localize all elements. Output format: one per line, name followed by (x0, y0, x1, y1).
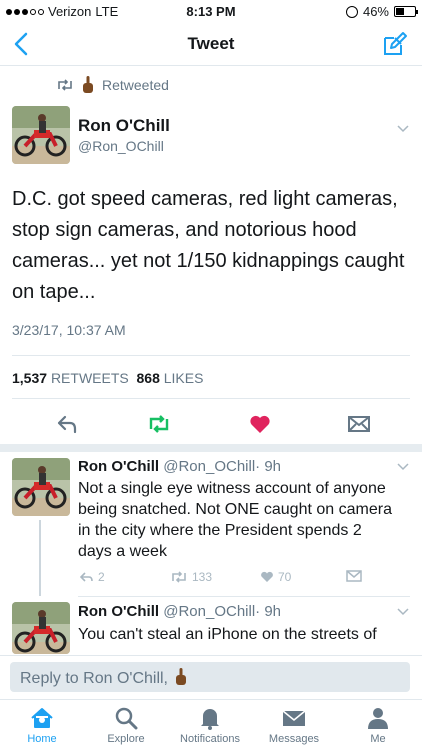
status-bar: Verizon LTE 8:13 PM 46% (0, 0, 422, 22)
divider (78, 596, 410, 597)
likes-count[interactable]: 868 (137, 370, 160, 386)
tab-label: Home (27, 733, 57, 745)
tab-label: Explore (107, 733, 145, 745)
tab-label: Notifications (180, 733, 240, 745)
like-button[interactable]: 70 (260, 570, 291, 584)
motorcycle-photo-icon (12, 106, 70, 164)
chevron-down-icon[interactable] (396, 124, 410, 134)
retweeted-indicator: Retweeted (56, 76, 169, 94)
like-heart-icon[interactable] (248, 412, 272, 436)
avatar[interactable] (12, 106, 70, 164)
direct-message-icon (346, 570, 362, 582)
retweet-icon[interactable] (146, 412, 172, 436)
tab-me[interactable]: Me (336, 705, 420, 745)
tab-notifications[interactable]: Notifications (168, 705, 252, 745)
tab-bar: Home Explore Notifications Messages Me (0, 699, 422, 750)
motorcycle-photo-icon (12, 602, 70, 654)
home-icon (31, 708, 53, 728)
likes-label[interactable]: LIKES (164, 370, 204, 386)
battery-percent: 46% (362, 4, 389, 19)
reply-actions: 2 133 70 (78, 570, 378, 586)
dm-button[interactable] (346, 570, 362, 582)
thread-line (39, 520, 41, 596)
tweet-stats: 1,537 RETWEETS 868 LIKES (12, 370, 203, 386)
tweet-text: D.C. got speed cameras, red light camera… (12, 188, 405, 303)
author-name[interactable]: Ron O'Chill (78, 116, 170, 136)
retweet-icon (58, 79, 72, 91)
tab-label: Messages (268, 733, 320, 745)
reply-composer-bar: Reply to Ron O'Chill, (0, 655, 422, 699)
author-name[interactable]: Ron O'Chill (78, 603, 159, 620)
section-separator (0, 444, 422, 452)
battery-info: 46% (345, 4, 418, 19)
compose-tweet-icon[interactable] (382, 31, 408, 57)
retweets-label[interactable]: RETWEETS (51, 370, 129, 386)
orientation-lock-icon (345, 5, 358, 18)
reply-header: Ron O'Chill @Ron_OChill· 9h (78, 603, 281, 620)
divider (12, 355, 410, 356)
chevron-down-icon[interactable] (396, 607, 410, 617)
middle-finger-emoji-icon (176, 668, 187, 685)
reply-button[interactable]: 2 (80, 570, 105, 584)
avatar[interactable] (12, 602, 70, 654)
reply-text: You can't steal an iPhone on the streets… (78, 626, 377, 643)
motorcycle-photo-icon (12, 458, 70, 516)
tab-label: Me (370, 733, 386, 745)
author-name[interactable]: Ron O'Chill (78, 458, 159, 475)
envelope-icon (282, 710, 306, 726)
tab-explore[interactable]: Explore (84, 705, 168, 745)
author-handle[interactable]: @Ron_OChill (163, 458, 255, 475)
tab-messages[interactable]: Messages (252, 705, 336, 745)
retweet-icon (172, 571, 186, 583)
avatar[interactable] (12, 458, 70, 516)
retweet-count: 133 (192, 570, 213, 584)
reply-count: 2 (98, 570, 105, 584)
person-icon (368, 708, 388, 729)
divider (12, 398, 410, 399)
retweets-count[interactable]: 1,537 (12, 370, 47, 386)
reply-age: · 9h (255, 603, 282, 620)
tweet-timestamp: 3/23/17, 10:37 AM (12, 322, 126, 338)
battery-icon (394, 6, 418, 17)
like-count: 70 (278, 570, 292, 584)
reply-age: · 9h (255, 458, 282, 475)
retweeted-label: Retweeted (102, 77, 169, 93)
reply-header: Ron O'Chill @Ron_OChill· 9h (78, 458, 281, 475)
direct-message-icon[interactable] (346, 412, 372, 436)
reply-icon[interactable] (56, 412, 78, 436)
tab-home[interactable]: Home (0, 705, 84, 745)
reply-text: Not a single eye witness account of anyo… (78, 480, 392, 560)
like-heart-icon (261, 571, 273, 582)
search-icon (115, 707, 138, 730)
author-handle[interactable]: @Ron_OChill (78, 138, 164, 154)
chevron-down-icon[interactable] (396, 462, 410, 472)
page-title: Tweet (187, 34, 235, 53)
reply-placeholder: Reply to Ron O'Chill, (20, 670, 168, 687)
bell-icon (201, 709, 219, 730)
tweet-actions (0, 412, 422, 436)
reply-icon (80, 572, 93, 582)
reply-input[interactable]: Reply to Ron O'Chill, (10, 662, 410, 692)
middle-finger-emoji-icon (83, 76, 93, 93)
author-handle[interactable]: @Ron_OChill (163, 603, 255, 620)
retweet-button[interactable]: 133 (170, 570, 212, 584)
nav-bar: Tweet (0, 22, 422, 66)
